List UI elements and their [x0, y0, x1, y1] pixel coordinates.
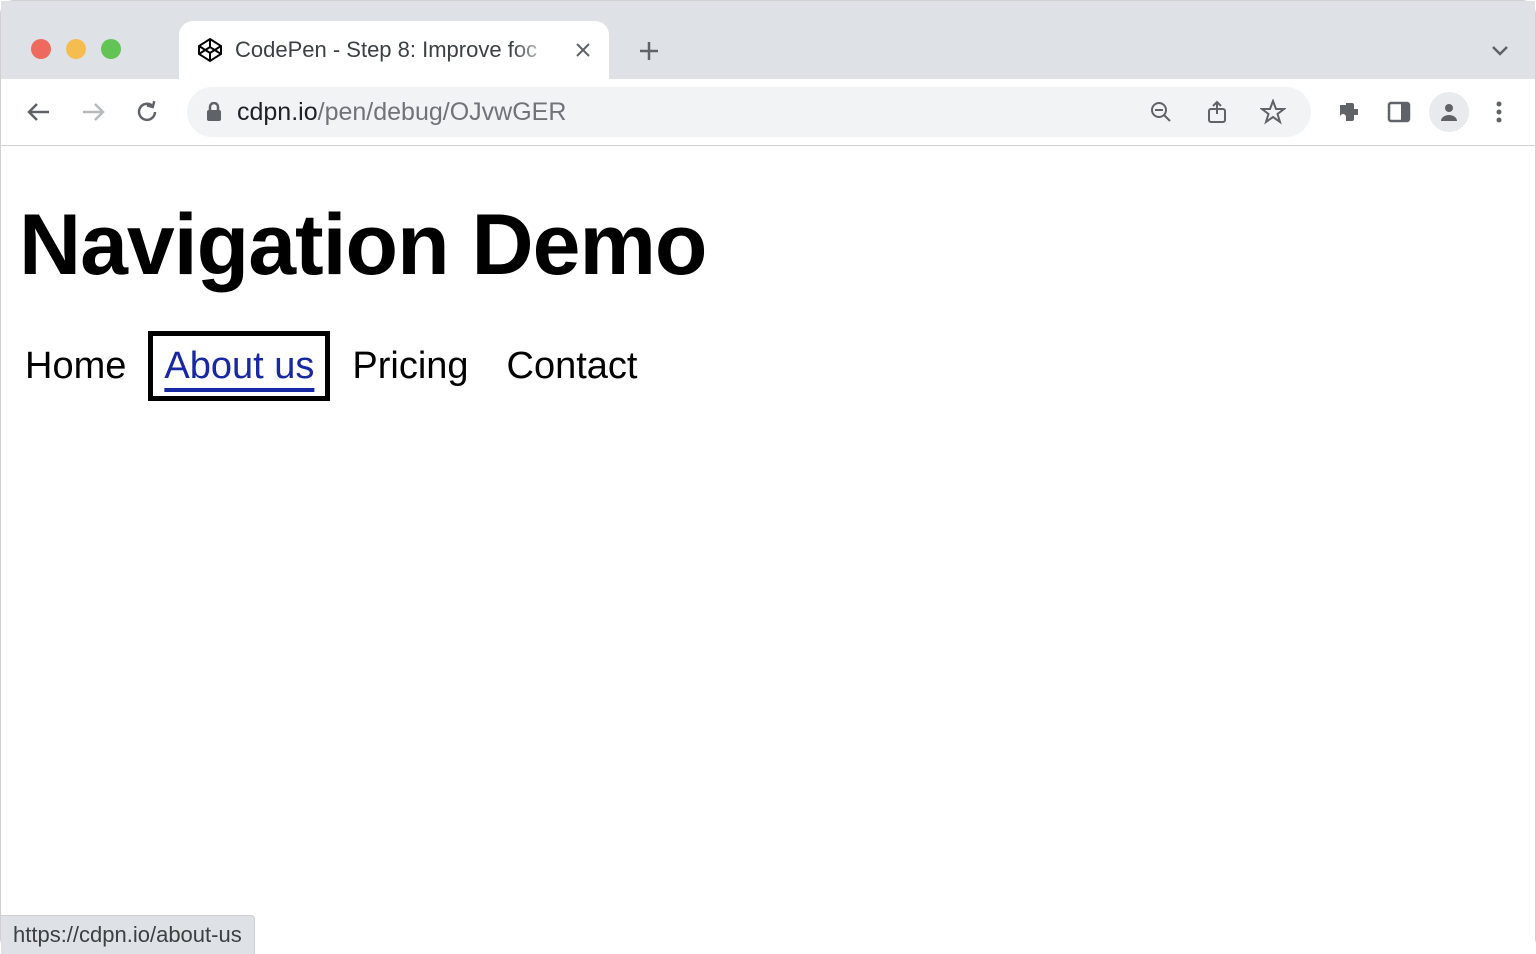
nav-link-home[interactable]: Home — [19, 341, 132, 391]
nav-link-contact[interactable]: Contact — [501, 341, 644, 391]
close-window-button[interactable] — [31, 39, 51, 59]
maximize-window-button[interactable] — [101, 39, 121, 59]
bookmark-star-icon[interactable] — [1253, 92, 1293, 132]
nav-link-pricing[interactable]: Pricing — [346, 341, 474, 391]
new-tab-button[interactable] — [627, 29, 671, 73]
page-content: Navigation Demo Home About us Pricing Co… — [1, 146, 1535, 954]
window-controls — [31, 39, 121, 59]
minimize-window-button[interactable] — [66, 39, 86, 59]
browser-chrome: CodePen - Step 8: Improve foc cdpn.io — [1, 1, 1535, 146]
status-bar: https://cdpn.io/about-us — [1, 915, 255, 954]
lock-icon — [205, 102, 223, 122]
share-icon[interactable] — [1197, 92, 1237, 132]
browser-tab[interactable]: CodePen - Step 8: Improve foc — [179, 21, 609, 79]
address-bar[interactable]: cdpn.io/pen/debug/OJvwGER — [187, 87, 1311, 137]
zoom-out-icon[interactable] — [1141, 92, 1181, 132]
codepen-icon — [197, 37, 223, 63]
extensions-icon[interactable] — [1329, 92, 1369, 132]
tab-strip: CodePen - Step 8: Improve foc — [1, 1, 1535, 79]
kebab-menu-icon[interactable] — [1479, 92, 1519, 132]
nav-link-about-us[interactable]: About us — [158, 341, 320, 391]
close-tab-button[interactable] — [573, 40, 593, 60]
url-text: cdpn.io/pen/debug/OJvwGER — [237, 98, 1127, 127]
tab-title: CodePen - Step 8: Improve foc — [235, 37, 561, 63]
profile-avatar[interactable] — [1429, 92, 1469, 132]
nav-list: Home About us Pricing Contact — [19, 345, 1517, 388]
url-path: /pen/debug/OJvwGER — [318, 98, 567, 126]
browser-toolbar: cdpn.io/pen/debug/OJvwGER — [1, 79, 1535, 145]
page-heading: Navigation Demo — [19, 196, 1517, 295]
reload-button[interactable] — [125, 90, 169, 134]
back-button[interactable] — [17, 90, 61, 134]
sidepanel-icon[interactable] — [1379, 92, 1419, 132]
forward-button[interactable] — [71, 90, 115, 134]
tabs-dropdown-button[interactable] — [1489, 39, 1511, 66]
url-domain: cdpn.io — [237, 98, 318, 126]
